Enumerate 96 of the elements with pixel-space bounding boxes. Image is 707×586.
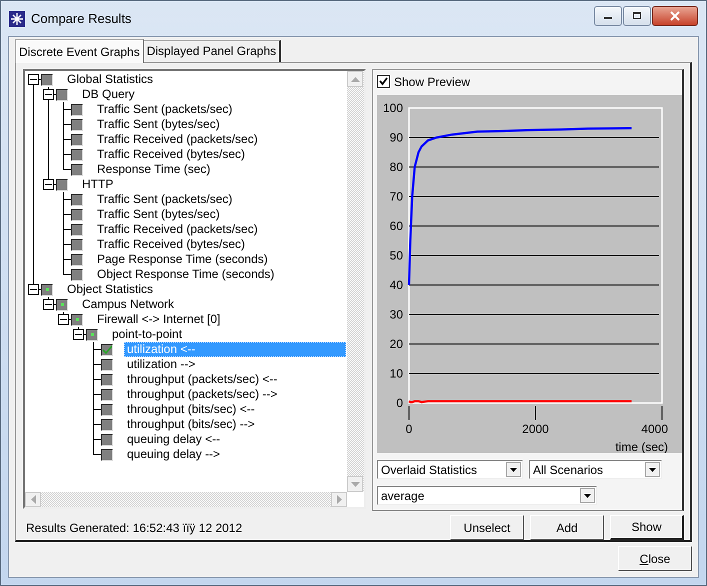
tree-item[interactable]: Object Response Time (seconds) — [94, 267, 346, 282]
action-button[interactable]: Add — [530, 515, 604, 540]
tree-item[interactable]: Traffic Received (packets/sec) — [94, 132, 346, 147]
y-tick-label: 30 — [390, 308, 403, 322]
checkbox[interactable] — [71, 238, 83, 250]
checkbox[interactable] — [71, 314, 83, 326]
maximize-icon — [632, 12, 642, 20]
tree-item[interactable]: HTTP — [79, 177, 346, 192]
close-button[interactable] — [652, 6, 698, 26]
checkbox[interactable] — [71, 118, 83, 130]
checkbox[interactable] — [56, 88, 68, 100]
collapse-toggle[interactable] — [28, 74, 39, 85]
checkbox[interactable] — [56, 298, 68, 310]
checkbox[interactable] — [71, 254, 83, 266]
tree-item[interactable]: Traffic Sent (bytes/sec) — [94, 207, 346, 222]
checkbox-label: Show Preview — [394, 74, 470, 88]
checkbox[interactable] — [71, 268, 83, 280]
tree-item[interactable]: Traffic Received (packets/sec) — [94, 222, 346, 237]
dropdown-arrow-icon[interactable] — [584, 494, 591, 498]
collapse-toggle[interactable] — [58, 314, 69, 325]
tree-item[interactable]: point-to-point — [109, 327, 346, 342]
status-text: Results Generated: 16:52:43 ïïÿ 12 2012 — [25, 521, 244, 535]
tree-item[interactable]: Traffic Received (bytes/sec) — [94, 237, 346, 252]
tree-item[interactable]: throughput (bits/sec) <-- — [124, 402, 346, 417]
y-tick-label: 80 — [390, 160, 403, 174]
checkbox[interactable] — [71, 104, 83, 116]
checkbox[interactable] — [101, 448, 113, 460]
tree-item[interactable]: Page Response Time (seconds) — [94, 252, 346, 267]
collapse-toggle[interactable] — [73, 329, 84, 340]
action-button[interactable]: Show — [610, 515, 684, 540]
y-tick-label: 90 — [390, 130, 403, 144]
y-tick-label: 20 — [390, 337, 403, 351]
dropdown-arrow-icon[interactable] — [649, 468, 656, 472]
checkbox[interactable] — [71, 148, 83, 160]
action-button[interactable]: Unselect — [450, 515, 524, 540]
dropdown[interactable]: Overlaid Statistics — [377, 460, 523, 479]
dropdown-arrow-icon[interactable] — [510, 468, 517, 472]
checkbox[interactable] — [101, 374, 113, 386]
tree-item[interactable]: queuing delay --> — [124, 447, 346, 462]
collapse-toggle[interactable] — [28, 284, 39, 295]
tab[interactable]: Displayed Panel Graphs — [142, 40, 282, 62]
checkbox[interactable] — [101, 434, 113, 446]
dropdown[interactable]: average — [377, 486, 597, 505]
tree-item[interactable]: Response Time (sec) — [94, 162, 346, 177]
tree-item[interactable]: DB Query — [79, 87, 346, 102]
checkbox[interactable] — [71, 134, 83, 146]
tree-item[interactable]: Traffic Sent (packets/sec) — [94, 102, 346, 117]
checkbox[interactable] — [377, 75, 390, 88]
checkbox[interactable] — [71, 208, 83, 220]
y-tick-label: 40 — [390, 278, 403, 292]
x-tick-mark — [535, 406, 536, 420]
x-tick-label: 0 — [406, 422, 412, 436]
tree-item[interactable]: throughput (bits/sec) --> — [124, 417, 346, 432]
tree-item[interactable]: Object Statistics — [64, 282, 346, 297]
x-tick-label: 2000 — [522, 422, 549, 436]
checkbox[interactable] — [71, 194, 83, 206]
checkbox[interactable] — [101, 358, 113, 370]
dropdown[interactable]: All Scenarios — [529, 460, 662, 479]
checkbox[interactable] — [101, 418, 113, 430]
y-tick-label: 60 — [390, 219, 403, 233]
star-icon — [9, 10, 25, 26]
tree-item[interactable]: Campus Network — [79, 297, 346, 312]
close-dialog-button[interactable]: Close — [618, 546, 692, 571]
x-tick-mark — [408, 406, 410, 420]
tree-item[interactable]: queuing delay <-- — [124, 432, 346, 447]
tree-item[interactable]: Firewall <-> Internet [0] — [94, 312, 346, 327]
checkbox[interactable] — [86, 328, 98, 340]
tree-item[interactable]: throughput (packets/sec) --> — [124, 387, 346, 402]
y-tick-label: 0 — [396, 396, 403, 410]
y-tick-label: 70 — [390, 190, 403, 204]
checkbox[interactable] — [101, 388, 113, 400]
tree-item[interactable]: utilization --> — [124, 357, 346, 372]
tree-item[interactable]: throughput (packets/sec) <-- — [124, 372, 346, 387]
collapse-toggle[interactable] — [43, 299, 54, 310]
minimize-button[interactable] — [594, 6, 622, 26]
y-tick-label: 100 — [382, 101, 403, 115]
y-tick-label: 10 — [390, 366, 403, 380]
checkbox[interactable] — [41, 74, 53, 86]
tree-item[interactable]: Traffic Sent (packets/sec) — [94, 192, 346, 207]
checkbox[interactable] — [71, 164, 83, 176]
window-title: Compare Results — [31, 11, 132, 26]
tree-item[interactable]: Global Statistics — [64, 72, 346, 87]
x-tick-label: 4000 — [641, 422, 668, 436]
collapse-toggle[interactable] — [43, 179, 54, 190]
checkbox[interactable] — [41, 284, 53, 296]
checkbox[interactable] — [101, 344, 113, 356]
checkbox[interactable] — [101, 404, 113, 416]
tree-item[interactable]: Traffic Sent (bytes/sec) — [94, 117, 346, 132]
collapse-toggle[interactable] — [43, 89, 54, 100]
close-icon — [669, 10, 681, 20]
tree-item[interactable]: Traffic Received (bytes/sec) — [94, 147, 346, 162]
tab[interactable]: Discrete Event Graphs — [15, 39, 144, 63]
y-tick-label: 50 — [390, 248, 403, 262]
checkbox[interactable] — [56, 178, 68, 190]
maximize-button[interactable] — [623, 6, 651, 26]
checkbox[interactable] — [71, 224, 83, 236]
